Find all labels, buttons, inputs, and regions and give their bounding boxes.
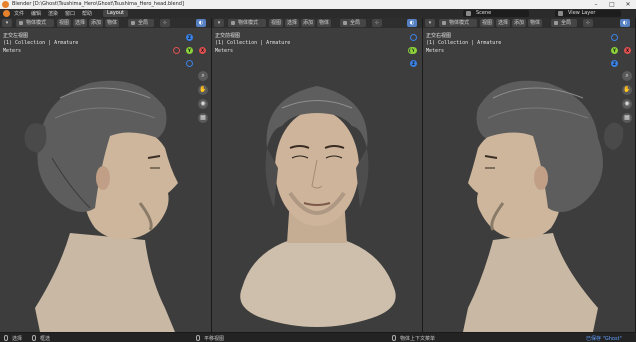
window-titlebar: Blender [D:\Ghost\Tsushima_Hero\Ghost\Ts…: [0, 0, 636, 9]
viewport-front[interactable]: ▾ 物体模式 视图 选择 添加 物体 全局 ⊹ ◐ 正交前视图 (1) Coll…: [212, 18, 423, 332]
view-layer-icon: [558, 11, 563, 16]
viewport-right[interactable]: ▾ 物体模式 视图 选择 添加 物体 全局 ⊹ ◐ 正交右视图 (1) Coll…: [423, 18, 636, 332]
scene-icon: [466, 11, 471, 16]
mouse-icon: [4, 335, 8, 341]
maximize-button[interactable]: □: [604, 0, 620, 9]
mouse-icon: [392, 335, 396, 341]
status-box-select: 框选: [40, 336, 51, 342]
window-title: Blender [D:\Ghost\Tsushima_Hero\Ghost\Ts…: [12, 1, 184, 7]
menu-file[interactable]: 文件: [14, 10, 24, 17]
tab-layout[interactable]: Layout: [103, 10, 128, 17]
head-model-front: [240, 86, 396, 327]
head-model-left-profile: [24, 80, 178, 332]
minimize-button[interactable]: –: [588, 0, 604, 9]
status-context-menu: 物体上下文菜单: [400, 336, 436, 342]
menu-render[interactable]: 渲染: [48, 10, 58, 17]
blender-logo-icon: [2, 1, 9, 8]
menu-help[interactable]: 帮助: [82, 10, 92, 17]
status-pan-view: 平移视图: [204, 336, 225, 342]
status-bar: 选择 框选 平移视图 物体上下文菜单 已保存 "Ghost": [0, 332, 636, 342]
viewport-left[interactable]: ▾ 物体模式 视图 选择 添加 物体 全局 ⊹ ◐ 正交左视图 (1) Coll…: [0, 18, 212, 332]
close-button[interactable]: ✕: [620, 0, 636, 9]
status-message: 已保存 "Ghost": [586, 336, 622, 342]
scene-selector[interactable]: Scene: [463, 10, 529, 17]
scene-label: Scene: [476, 10, 492, 16]
top-menubar: 文件 编辑 渲染 窗口 帮助 Layout Scene View Layer: [0, 9, 636, 18]
mouse-icon: [196, 335, 200, 341]
status-select: 选择: [12, 336, 23, 342]
menu-window[interactable]: 窗口: [65, 10, 75, 17]
mouse-icon: [32, 335, 36, 341]
view-layer-selector[interactable]: View Layer: [555, 10, 621, 17]
menu-edit[interactable]: 编辑: [31, 10, 41, 17]
blender-menu-icon[interactable]: [3, 10, 10, 17]
view-layer-label: View Layer: [568, 10, 596, 16]
head-model-right-profile: [463, 80, 624, 332]
